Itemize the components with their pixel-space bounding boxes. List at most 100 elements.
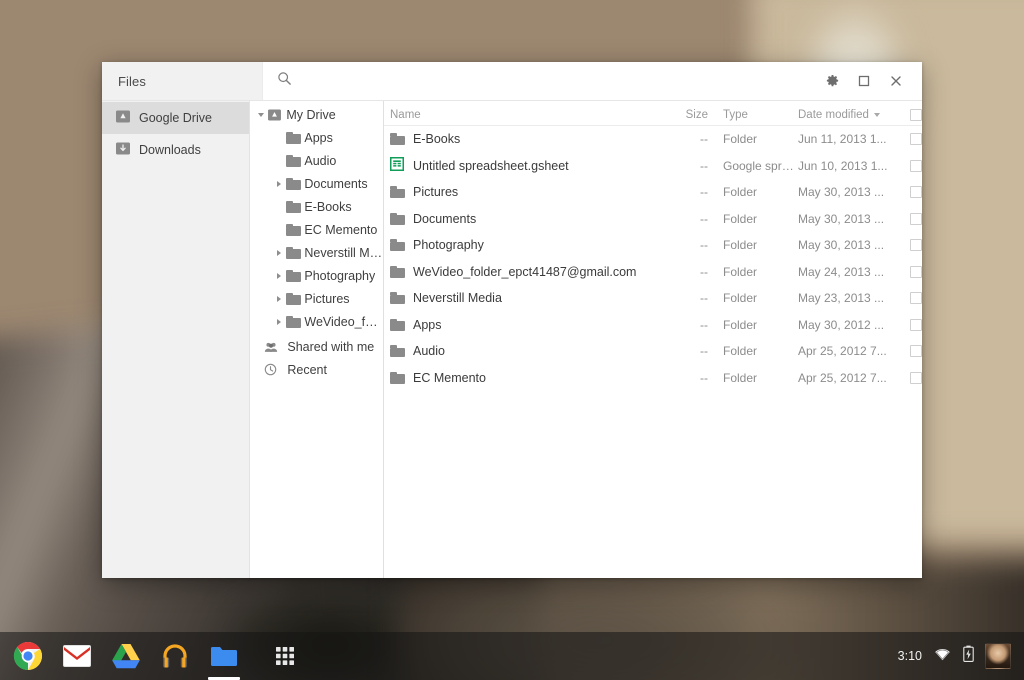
close-icon[interactable]: [882, 67, 910, 95]
table-row[interactable]: Documents -- Folder May 30, 2013 ...: [384, 206, 922, 233]
tree-item-wevideo-folder[interactable]: WeVideo_folder_e...: [250, 310, 383, 333]
column-header-date-modified[interactable]: Date modified: [798, 109, 902, 121]
settings-gear-icon[interactable]: [818, 67, 846, 95]
tree-item-ec-memento[interactable]: EC Memento: [250, 218, 383, 241]
tree-item-photography[interactable]: Photography: [250, 264, 383, 287]
status-tray[interactable]: 3:10: [887, 639, 1018, 673]
row-checkbox-cell[interactable]: [902, 371, 922, 384]
table-row[interactable]: WeVideo_folder_epct41487@gmail.com -- Fo…: [384, 259, 922, 286]
file-list-header: Name Size Type Date modified: [384, 101, 922, 126]
folder-icon: [390, 371, 405, 384]
row-checkbox[interactable]: [910, 265, 922, 278]
tree-item-recent[interactable]: Recent: [250, 358, 383, 381]
row-checkbox[interactable]: [910, 345, 922, 358]
row-checkbox-cell[interactable]: [902, 186, 922, 199]
file-name: Apps: [413, 317, 442, 332]
chevron-right-icon[interactable]: [272, 249, 286, 256]
tree-item-label: EC Memento: [304, 222, 378, 237]
row-checkbox-cell[interactable]: [902, 265, 922, 278]
file-name: Pictures: [413, 185, 459, 200]
folder-icon: [390, 345, 405, 358]
shelf-item-files[interactable]: [204, 636, 244, 680]
row-checkbox[interactable]: [910, 318, 922, 331]
row-checkbox-cell[interactable]: [902, 239, 922, 252]
folder-icon: [286, 154, 304, 167]
tree-item-label: Recent: [287, 362, 327, 377]
table-row[interactable]: E-Books -- Folder Jun 11, 2013 1...: [384, 126, 922, 153]
shelf-item-play-music[interactable]: [155, 636, 195, 676]
shelf-item-google-drive[interactable]: [106, 636, 146, 676]
shelf-item-chrome[interactable]: [8, 636, 48, 676]
shelf-app-icons: [0, 636, 305, 680]
google-sheets-icon: [390, 157, 405, 174]
search-input[interactable]: [300, 69, 600, 93]
tree-item-neverstill-media[interactable]: Neverstill Media: [250, 241, 383, 264]
table-row[interactable]: Pictures -- Folder May 30, 2013 ...: [384, 179, 922, 206]
file-name: Neverstill Media: [413, 291, 502, 306]
row-checkbox-cell[interactable]: [902, 159, 922, 172]
tree-item-shared-with-me[interactable]: Shared with me: [250, 335, 383, 358]
table-row[interactable]: Audio -- Folder Apr 25, 2012 7...: [384, 338, 922, 365]
shelf-item-app-launcher[interactable]: [265, 636, 305, 676]
file-type: Folder: [723, 185, 758, 200]
row-checkbox-cell[interactable]: [902, 212, 922, 225]
clock-icon: [264, 363, 282, 376]
wifi-icon[interactable]: [933, 647, 952, 666]
tree-item-e-books[interactable]: E-Books: [250, 195, 383, 218]
select-all-checkbox-cell[interactable]: [902, 109, 922, 121]
row-checkbox[interactable]: [910, 292, 922, 305]
table-row[interactable]: EC Memento -- Folder Apr 25, 2012 7...: [384, 365, 922, 392]
row-checkbox[interactable]: [910, 239, 922, 252]
google-drive-icon: [112, 643, 140, 668]
row-checkbox-cell[interactable]: [902, 292, 922, 305]
chevron-right-icon[interactable]: [272, 180, 286, 187]
tree-item-pictures[interactable]: Pictures: [250, 287, 383, 310]
file-type: Folder: [723, 370, 758, 385]
user-avatar[interactable]: [985, 643, 1011, 669]
row-checkbox[interactable]: [910, 159, 922, 172]
row-checkbox-cell[interactable]: [902, 345, 922, 358]
chevron-right-icon[interactable]: [272, 295, 286, 302]
shared-people-icon: [264, 341, 282, 353]
files-folder-icon: [211, 646, 237, 666]
maximize-icon[interactable]: [850, 67, 878, 95]
sidebar-item-downloads[interactable]: Downloads: [102, 134, 249, 166]
search-area[interactable]: [263, 62, 818, 100]
file-type: Google spreads...: [723, 158, 798, 173]
shelf-item-gmail[interactable]: [57, 636, 97, 676]
file-size: --: [700, 370, 708, 385]
chevron-right-icon[interactable]: [272, 272, 286, 279]
row-checkbox-cell[interactable]: [902, 133, 922, 146]
file-name-cell: Documents: [384, 212, 642, 226]
file-list-pane: Name Size Type Date modified E-Books -- …: [384, 101, 922, 578]
row-checkbox[interactable]: [910, 212, 922, 225]
window-body: Google Drive Downloads My Drive Apps Aud…: [102, 101, 922, 578]
row-checkbox-cell[interactable]: [902, 318, 922, 331]
table-row[interactable]: Photography -- Folder May 30, 2013 ...: [384, 232, 922, 259]
sidebar-item-google-drive[interactable]: Google Drive: [102, 102, 250, 134]
chevron-down-icon[interactable]: [254, 112, 268, 117]
table-row[interactable]: Untitled spreadsheet.gsheet -- Google sp…: [384, 153, 922, 180]
folder-icon: [390, 186, 405, 199]
battery-icon[interactable]: [963, 645, 974, 667]
row-checkbox[interactable]: [910, 133, 922, 146]
folder-icon: [390, 239, 405, 252]
tree-item-my-drive[interactable]: My Drive: [250, 103, 383, 126]
file-name: WeVideo_folder_epct41487@gmail.com: [413, 264, 637, 279]
tree-item-audio[interactable]: Audio: [250, 149, 383, 172]
chevron-right-icon[interactable]: [272, 318, 286, 325]
column-header-size[interactable]: Size: [642, 109, 708, 121]
select-all-checkbox[interactable]: [910, 109, 922, 121]
column-header-name[interactable]: Name: [384, 109, 642, 121]
row-checkbox[interactable]: [910, 371, 922, 384]
file-type: Folder: [723, 291, 758, 306]
row-checkbox[interactable]: [910, 186, 922, 199]
file-size: --: [700, 185, 708, 200]
chromeos-shelf: 3:10: [0, 632, 1024, 680]
table-row[interactable]: Neverstill Media -- Folder May 23, 2013 …: [384, 285, 922, 312]
table-row[interactable]: Apps -- Folder May 30, 2012 ...: [384, 312, 922, 339]
tree-item-apps[interactable]: Apps: [250, 126, 383, 149]
file-name-cell: Neverstill Media: [384, 291, 642, 305]
tree-item-documents[interactable]: Documents: [250, 172, 383, 195]
column-header-type[interactable]: Type: [708, 109, 798, 121]
